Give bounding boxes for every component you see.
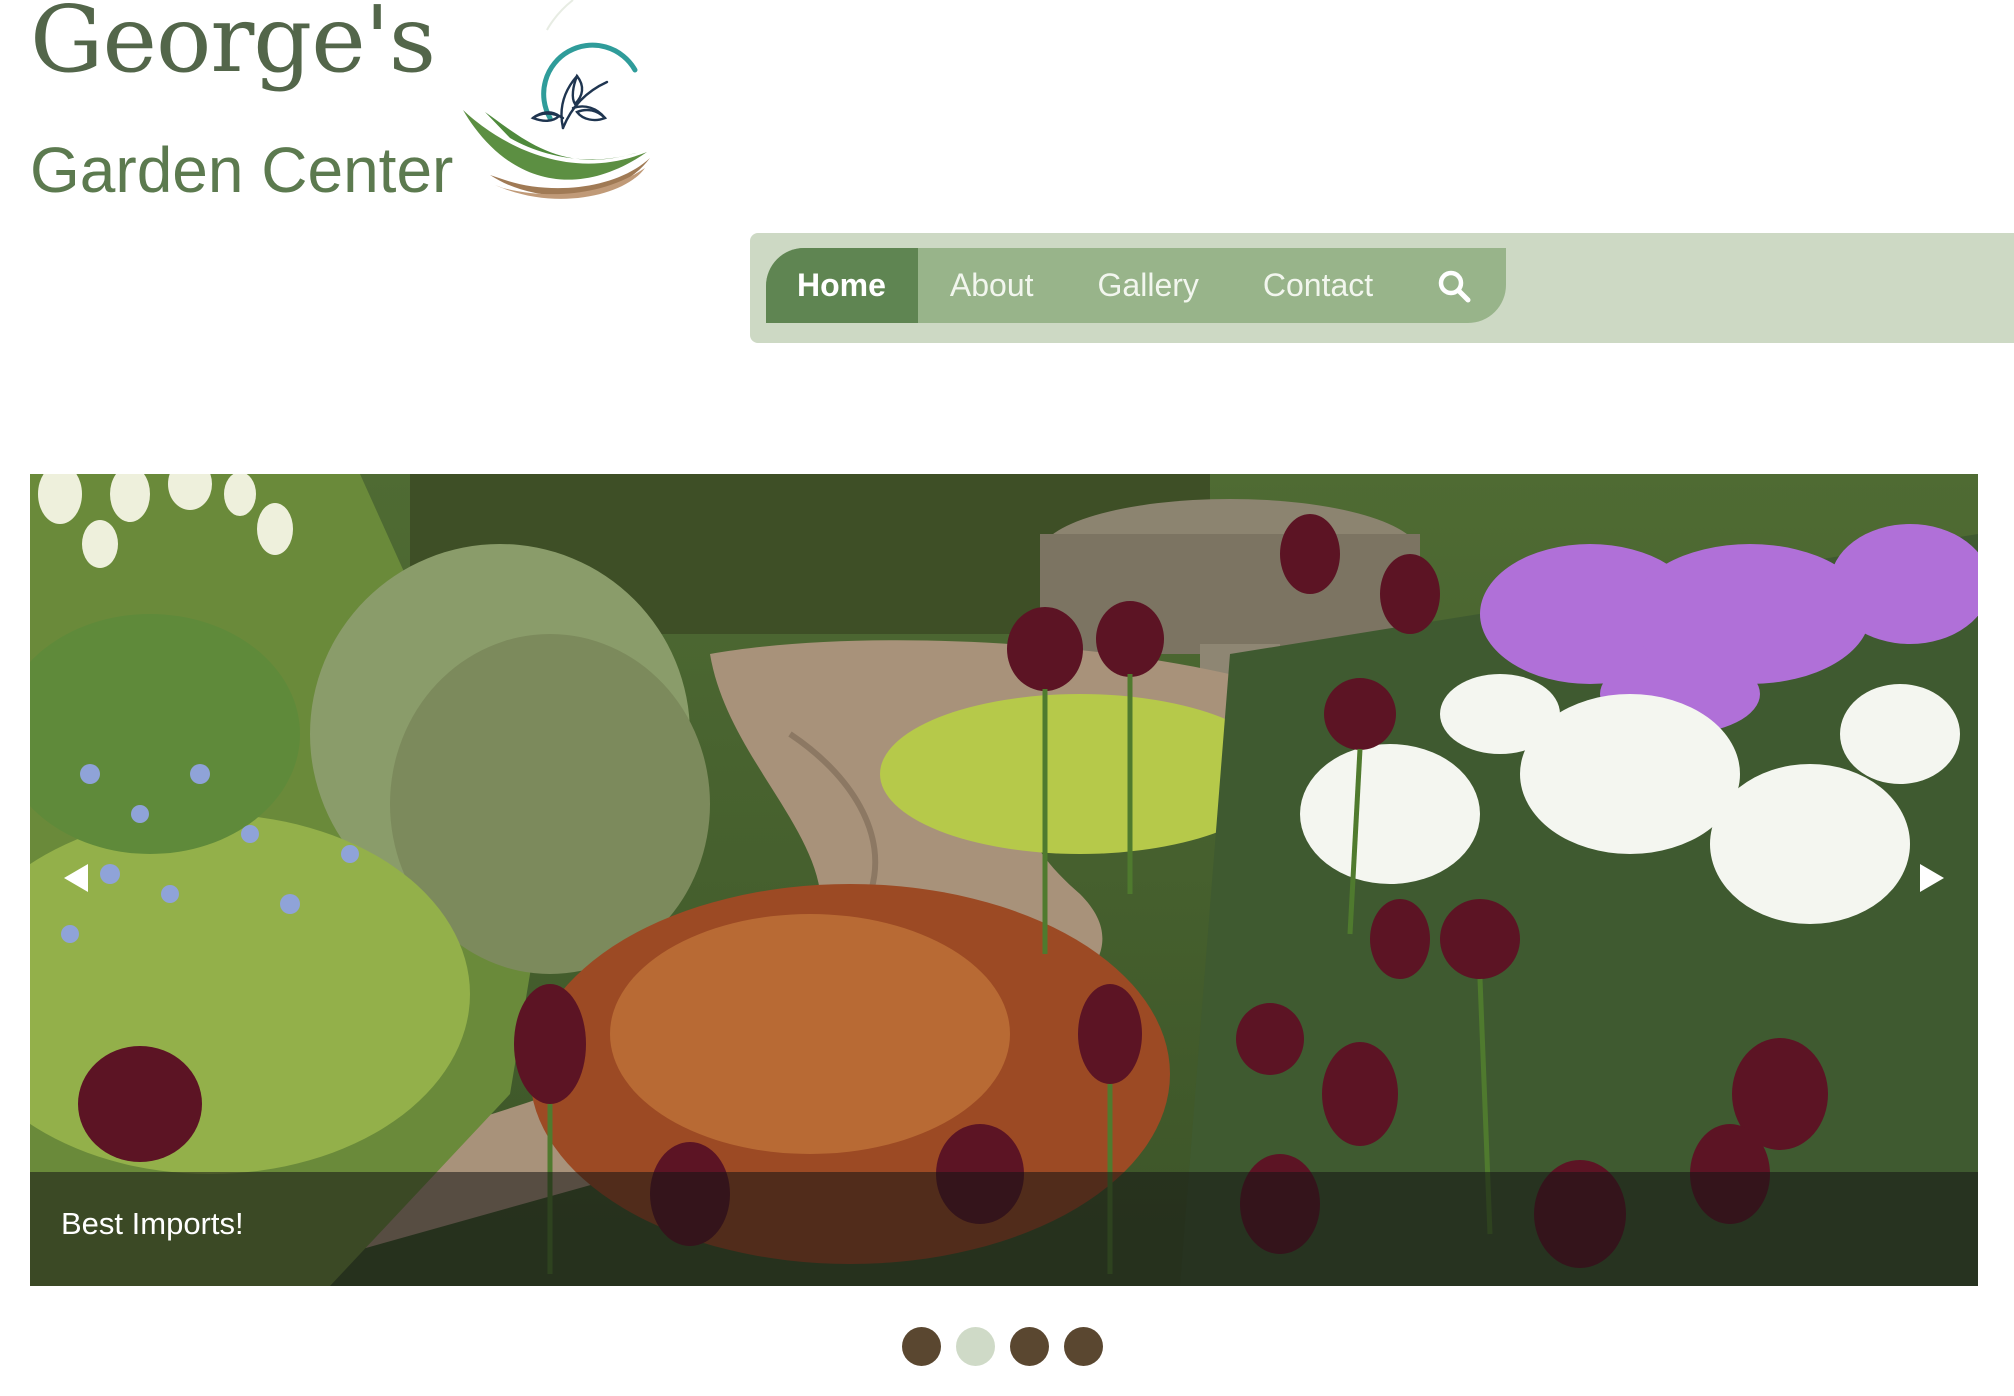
site-title: George's (30, 0, 436, 93)
slider-dot-2[interactable] (956, 1327, 995, 1366)
search-icon (1438, 270, 1471, 302)
slider-pagination (902, 1327, 1103, 1366)
main-navbar: Home About Gallery Contact (750, 233, 2014, 343)
slide-caption-bar: Best Imports! (30, 1172, 1978, 1286)
search-button[interactable] (1405, 248, 1505, 323)
slider-dot-1[interactable] (902, 1327, 941, 1366)
slider-dot-4[interactable] (1064, 1327, 1103, 1366)
image-slider: Best Imports! (30, 474, 1978, 1286)
triangle-right-icon[interactable] (1914, 860, 1950, 896)
nav-item-home[interactable]: Home (766, 248, 918, 323)
site-subtitle: Garden Center (30, 134, 454, 206)
slider-dot-3[interactable] (1010, 1327, 1049, 1366)
nav-menu: Home About Gallery Contact (766, 248, 1506, 323)
nav-item-contact[interactable]: Contact (1231, 248, 1405, 323)
nav-item-gallery[interactable]: Gallery (1066, 248, 1231, 323)
triangle-left-icon[interactable] (58, 860, 94, 896)
leaf-swoosh-logo (463, 0, 650, 199)
nav-item-about[interactable]: About (918, 248, 1066, 323)
slide-caption: Best Imports! (61, 1206, 244, 1241)
garden-slide-image (30, 474, 1978, 1286)
